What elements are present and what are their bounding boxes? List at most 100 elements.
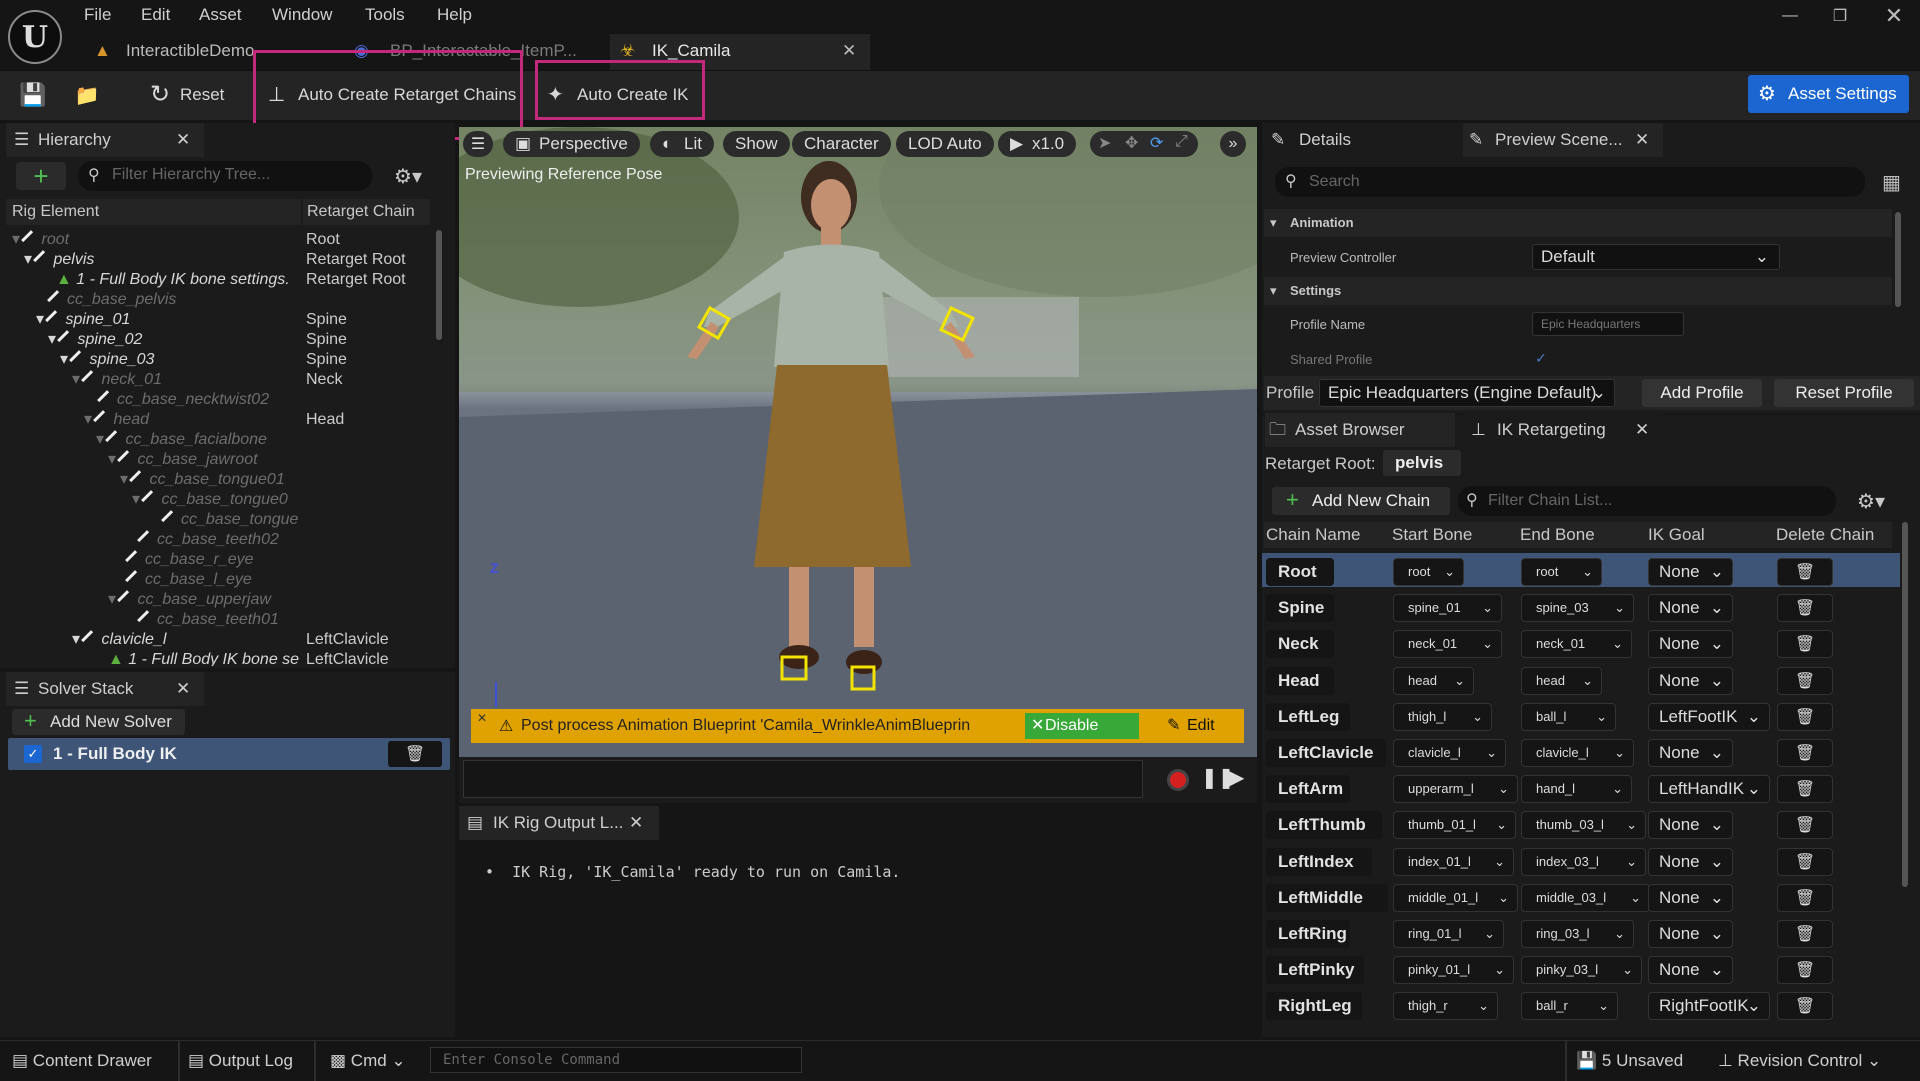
start-bone-dropdown[interactable]: pinky_01_l ⌄: [1393, 956, 1514, 985]
view-options-icon[interactable]: ▦: [1882, 170, 1901, 195]
end-bone-dropdown[interactable]: spine_03 ⌄: [1521, 594, 1634, 623]
reset-profile-button[interactable]: Reset Profile: [1774, 379, 1914, 407]
tree-row[interactable]: ▲ 1 - Full Body IK bone se: [108, 650, 308, 666]
perspective-button[interactable]: ▣ Perspective: [503, 131, 640, 157]
rotate-icon[interactable]: ⟳: [1150, 133, 1163, 153]
menu-tools[interactable]: Tools: [365, 5, 405, 25]
end-bone-dropdown[interactable]: head ⌄: [1521, 666, 1602, 695]
end-bone-dropdown[interactable]: hand_l ⌄: [1521, 775, 1632, 804]
chain-name[interactable]: LeftPinky: [1266, 956, 1364, 985]
auto-create-ik-button[interactable]: ✦ Auto Create IK: [547, 78, 689, 112]
delete-chain-icon[interactable]: 🗑: [1777, 920, 1833, 948]
timeline-track[interactable]: [463, 760, 1143, 798]
close-output-icon[interactable]: ✕: [629, 806, 643, 840]
close-retargeting-icon[interactable]: ✕: [1635, 413, 1649, 447]
section-settings[interactable]: ▾ Settings: [1264, 277, 1892, 305]
solver-enabled-checkbox[interactable]: ✓: [24, 745, 42, 763]
tab-interactibledemo[interactable]: ▲ InteractibleDemo: [78, 34, 255, 70]
edit-button[interactable]: ✎ Edit: [1163, 713, 1231, 739]
delete-chain-icon[interactable]: 🗑: [1777, 666, 1833, 695]
start-bone-dropdown[interactable]: spine_01 ⌄: [1393, 594, 1502, 623]
chain-name[interactable]: LeftRing: [1266, 920, 1350, 948]
ik-goal-dropdown[interactable]: None ⌄: [1648, 558, 1733, 586]
end-bone-dropdown[interactable]: thumb_03_l ⌄: [1521, 811, 1646, 840]
chain-name[interactable]: Head: [1266, 666, 1334, 695]
start-bone-dropdown[interactable]: head ⌄: [1393, 666, 1474, 695]
tree-row[interactable]: ▾ clavicle_l: [72, 629, 166, 650]
shared-profile-checkbox[interactable]: ✓: [1532, 349, 1550, 367]
show-button[interactable]: Show: [723, 131, 790, 157]
start-bone-dropdown[interactable]: clavicle_l ⌄: [1393, 739, 1506, 767]
start-bone-dropdown[interactable]: thigh_l ⌄: [1393, 702, 1492, 731]
output-tab[interactable]: ▤ IK Rig Output L... ✕: [459, 806, 659, 840]
ik-goal-dropdown[interactable]: None ⌄: [1648, 630, 1733, 659]
tree-row[interactable]: cc_base_pelvis: [47, 289, 176, 310]
end-bone-dropdown[interactable]: ring_03_l ⌄: [1521, 920, 1634, 948]
browse-icon[interactable]: 📁: [72, 80, 102, 110]
chain-name[interactable]: Spine: [1266, 594, 1334, 623]
start-bone-dropdown[interactable]: upperarm_l ⌄: [1393, 775, 1518, 804]
start-bone-dropdown[interactable]: thumb_01_l ⌄: [1393, 811, 1516, 840]
ik-retargeting-tab[interactable]: ⊥ IK Retargeting ✕: [1463, 413, 1663, 447]
menu-window[interactable]: Window: [272, 5, 332, 25]
tree-row[interactable]: cc_base_teeth01: [137, 609, 279, 630]
delete-chain-icon[interactable]: 🗑: [1777, 992, 1833, 1021]
tree-row[interactable]: ▾ cc_base_jawroot: [108, 449, 258, 470]
close-window-icon[interactable]: ✕: [1874, 2, 1914, 30]
chain-row[interactable]: LeftIndex index_01_l ⌄ index_03_l ⌄ None ⌄ 🗑: [1262, 845, 1900, 879]
col-end-bone[interactable]: End Bone: [1520, 522, 1595, 548]
ik-goal-dropdown[interactable]: RightFootIK ⌄: [1648, 992, 1770, 1021]
tree-row[interactable]: cc_base_l_eye: [125, 569, 252, 590]
close-solver-icon[interactable]: ✕: [176, 672, 190, 706]
start-bone-dropdown[interactable]: root ⌄: [1393, 558, 1464, 586]
lod-button[interactable]: LOD Auto: [896, 131, 994, 157]
content-drawer-button[interactable]: ▤ Content Drawer: [12, 1051, 152, 1071]
close-warning-icon[interactable]: ✕: [477, 711, 487, 725]
solver-item[interactable]: ✓ 1 - Full Body IK 🗑: [8, 738, 450, 770]
start-bone-dropdown[interactable]: middle_01_l ⌄: [1393, 883, 1518, 912]
save-icon[interactable]: 💾: [18, 80, 48, 110]
unreal-logo[interactable]: U: [8, 10, 62, 64]
end-bone-dropdown[interactable]: root ⌄: [1521, 558, 1602, 586]
hierarchy-scrollbar[interactable]: [436, 230, 442, 340]
revision-control-button[interactable]: ⊥ Revision Control ⌄: [1718, 1051, 1881, 1071]
ik-goal-dropdown[interactable]: None ⌄: [1648, 883, 1733, 912]
tree-row[interactable]: ▾ root: [12, 230, 69, 250]
tree-row[interactable]: ▾ cc_base_facialbone: [96, 429, 267, 450]
delete-chain-icon[interactable]: 🗑: [1777, 739, 1833, 767]
delete-chain-icon[interactable]: 🗑: [1777, 956, 1833, 985]
end-bone-dropdown[interactable]: middle_03_l ⌄: [1521, 883, 1650, 912]
delete-chain-icon[interactable]: 🗑: [1777, 775, 1833, 804]
menu-file[interactable]: File: [84, 5, 111, 25]
ik-goal-dropdown[interactable]: None ⌄: [1648, 847, 1733, 876]
tree-row[interactable]: ▾ spine_01: [36, 309, 130, 330]
menu-help[interactable]: Help: [437, 5, 472, 25]
chain-row[interactable]: Neck neck_01 ⌄ neck_01 ⌄ None ⌄ 🗑: [1262, 627, 1900, 661]
step-forward-icon[interactable]: ▶: [1229, 765, 1244, 790]
auto-create-retarget-chains-button[interactable]: ⊥ Auto Create Retarget Chains: [268, 78, 516, 112]
add-element-button[interactable]: +: [16, 161, 66, 191]
end-bone-dropdown[interactable]: index_03_l ⌄: [1521, 847, 1646, 876]
viewport[interactable]: [459, 127, 1257, 799]
unsaved-button[interactable]: 💾 5 Unsaved: [1576, 1051, 1683, 1071]
character-button[interactable]: Character: [792, 131, 891, 157]
tree-row[interactable]: ▾ neck_01: [72, 369, 162, 390]
details-tab[interactable]: ✎ Details: [1265, 123, 1455, 157]
hierarchy-filter-input[interactable]: ⚲ Filter Hierarchy Tree...: [78, 161, 372, 191]
asset-browser-tab[interactable]: 🗀 Asset Browser: [1265, 413, 1455, 447]
hierarchy-settings-icon[interactable]: ⚙▾: [388, 162, 428, 190]
chain-row[interactable]: Head head ⌄ head ⌄ None ⌄ 🗑: [1262, 664, 1900, 698]
ik-goal-dropdown[interactable]: None ⌄: [1648, 739, 1733, 767]
record-button[interactable]: [1167, 769, 1189, 791]
col-rig-element[interactable]: Rig Element: [6, 199, 301, 225]
ik-goal-dropdown[interactable]: LeftHandIK ⌄: [1648, 775, 1770, 804]
start-bone-dropdown[interactable]: ring_01_l ⌄: [1393, 920, 1504, 948]
ik-goal-dropdown[interactable]: None ⌄: [1648, 956, 1733, 985]
chain-name[interactable]: LeftClavicle: [1266, 739, 1386, 767]
chain-table-scrollbar[interactable]: [1902, 522, 1908, 887]
select-icon[interactable]: ➤: [1098, 133, 1111, 153]
col-start-bone[interactable]: Start Bone: [1392, 522, 1472, 548]
add-profile-button[interactable]: Add Profile: [1642, 379, 1762, 407]
scale-icon[interactable]: ⤢: [1175, 133, 1188, 151]
chain-name[interactable]: LeftLeg: [1266, 702, 1350, 731]
